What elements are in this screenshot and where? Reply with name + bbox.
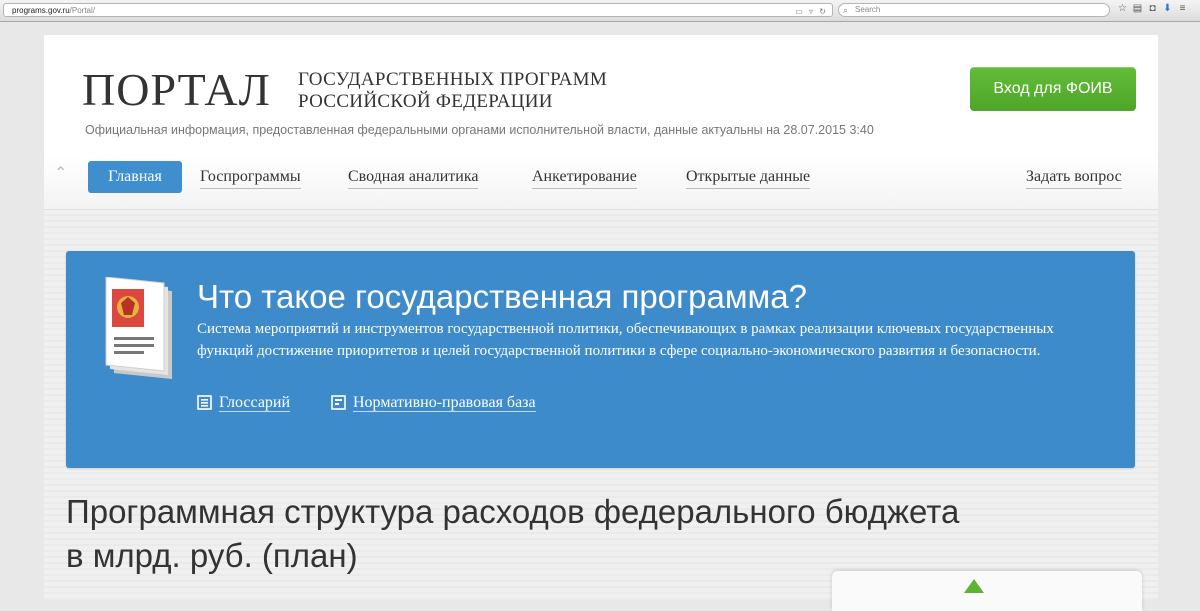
nav-item-home[interactable]: Главная: [88, 161, 182, 193]
clipboard-icon[interactable]: ▤: [1130, 3, 1145, 14]
info-card-title: Что такое государственная программа?: [197, 278, 807, 315]
glossary-link-label: Глоссарий: [219, 394, 291, 412]
browser-search-input[interactable]: ⌕ Search: [838, 3, 1110, 17]
search-icon: ⌕: [843, 5, 849, 15]
reader-view-icon[interactable]: ▭: [795, 7, 803, 16]
logo-title[interactable]: ПОРТАЛ: [82, 65, 271, 115]
ask-question-link[interactable]: Задать вопрос: [1026, 166, 1122, 189]
login-button[interactable]: Вход для ФОИВ: [970, 67, 1136, 111]
url-path: /Portal/: [69, 6, 95, 15]
section-title: Программная структура расходов федеральн…: [66, 490, 959, 578]
page: ПОРТАЛ ГОСУДАРСТВЕННЫХ ПРОГРАММ РОССИЙСК…: [44, 35, 1158, 611]
info-card-description: Система мероприятий и инструментов госуд…: [197, 321, 1054, 359]
legal-base-link[interactable]: Нормативно-правовая база: [331, 394, 536, 412]
reload-icon[interactable]: ↻: [819, 7, 826, 16]
nav-item-survey[interactable]: Анкетирование: [532, 166, 637, 189]
download-icon[interactable]: ⬇: [1160, 3, 1175, 14]
chart-card-preview: [832, 571, 1142, 611]
official-info-note: Официальная информация, предоставленная …: [85, 123, 874, 137]
bookmark-star-icon[interactable]: ☆: [1115, 3, 1130, 14]
document-icon: [331, 395, 346, 410]
address-bar-icons: ▭ ▿ ↻: [791, 5, 826, 19]
browser-tool-icons: ☆ ▤ ◘ ⬇ ≡: [1115, 3, 1190, 14]
pocket-icon[interactable]: ◘: [1145, 3, 1160, 14]
url-host: programs.gov.ru: [12, 6, 70, 15]
logo-subtitle-line2: РОССИЙСКОЙ ФЕДЕРАЦИИ: [298, 91, 553, 112]
section-title-line2: в млрд. руб. (план): [66, 537, 358, 574]
menu-icon[interactable]: ≡: [1175, 3, 1190, 14]
nav-item-open-data[interactable]: Открытые данные: [686, 166, 811, 189]
section-title-line1: Программная структура расходов федеральн…: [66, 493, 960, 530]
address-bar[interactable]: programs.gov.ru/Portal/ ▭ ▿ ↻: [3, 3, 833, 17]
glossary-link[interactable]: Глоссарий: [197, 394, 291, 412]
nav-item-analytics[interactable]: Сводная аналитика: [348, 166, 479, 189]
logo-subtitle-line1: ГОСУДАРСТВЕННЫХ ПРОГРАММ: [298, 69, 608, 90]
arrow-up-icon: [964, 579, 984, 593]
legal-base-link-label: Нормативно-правовая база: [353, 394, 536, 412]
search-placeholder: Search: [855, 5, 881, 14]
logo-subtitle[interactable]: ГОСУДАРСТВЕННЫХ ПРОГРАММ РОССИЙСКОЙ ФЕДЕ…: [298, 69, 607, 113]
program-book-icon: [105, 277, 172, 379]
chevron-up-icon[interactable]: ⌃: [54, 163, 67, 183]
list-icon: [197, 395, 212, 410]
browser-toolbar: programs.gov.ru/Portal/ ▭ ▿ ↻ ⌕ Search ☆…: [0, 0, 1200, 22]
dropdown-arrow-icon[interactable]: ▿: [809, 7, 813, 16]
info-card: Что такое государственная программа? Сис…: [66, 251, 1135, 468]
nav-item-programs[interactable]: Госпрограммы: [200, 166, 301, 189]
